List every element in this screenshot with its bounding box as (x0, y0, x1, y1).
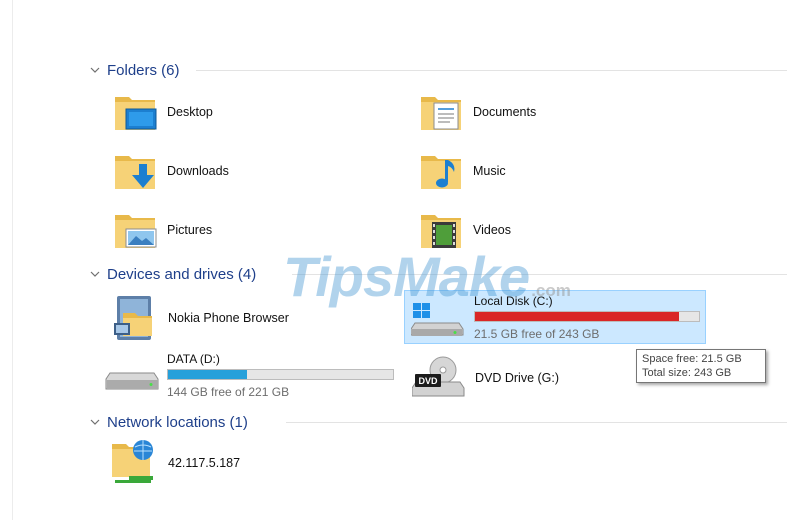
folder-item-pictures[interactable]: Pictures (112, 207, 212, 253)
group-divider-folders (196, 70, 787, 71)
folder-label-documents: Documents (473, 105, 537, 119)
chevron-down-icon (90, 67, 100, 73)
group-header-network[interactable]: Network locations (1) (89, 411, 248, 433)
folder-label-videos: Videos (473, 223, 511, 237)
folder-item-music[interactable]: Music (418, 148, 506, 194)
chevron-down-icon (90, 271, 100, 277)
folder-item-desktop[interactable]: Desktop (112, 89, 213, 135)
downloads-folder-icon (112, 148, 158, 194)
folder-label-music: Music (473, 164, 506, 178)
drive-item-data-d[interactable]: DATA (D:) 144 GB free of 221 GB (103, 349, 403, 403)
tooltip-total-size: Total size: 243 GB (642, 367, 732, 379)
drive-usage-fill-c (475, 312, 679, 321)
dvd-drive-icon: DVD (411, 356, 466, 400)
chevron-down-icon (90, 419, 100, 425)
folder-item-videos[interactable]: Videos (418, 207, 511, 253)
group-header-folders[interactable]: Folders (6) (89, 59, 180, 81)
device-label-nokia-phone: Nokia Phone Browser (168, 311, 289, 325)
group-label-folders: Folders (6) (107, 61, 180, 79)
phone-browser-icon (109, 293, 159, 343)
drive-item-dvd-g[interactable]: DVD DVD Drive (G:) (411, 356, 560, 400)
drive-label-data-d: DATA (D:) (167, 352, 220, 366)
drive-usage-fill-d (168, 370, 247, 379)
network-location-icon (109, 438, 159, 488)
windows-drive-icon (410, 301, 467, 339)
device-item-nokia-phone[interactable]: Nokia Phone Browser (109, 293, 289, 343)
folder-item-documents[interactable]: Documents (418, 89, 536, 135)
group-label-devices: Devices and drives (4) (107, 265, 257, 283)
folder-label-downloads: Downloads (167, 164, 229, 178)
network-label-location: 42.117.5.187 (168, 456, 241, 470)
videos-folder-icon (418, 207, 464, 253)
pictures-folder-icon (112, 207, 158, 253)
group-divider-devices (292, 274, 787, 275)
folder-label-desktop: Desktop (167, 105, 213, 119)
drive-tooltip: Space free: 21.5 GB Total size: 243 GB (636, 349, 766, 383)
network-item-location[interactable]: 42.117.5.187 (109, 438, 240, 488)
desktop-folder-icon (112, 89, 158, 135)
drive-label-local-disk-c: Local Disk (C:) (474, 294, 553, 308)
dvd-logo-text: DVD (418, 376, 438, 386)
group-label-network: Network locations (1) (107, 413, 248, 431)
group-header-devices[interactable]: Devices and drives (4) (89, 263, 256, 285)
drive-free-text-c: 21.5 GB free of 243 GB (474, 327, 600, 341)
drive-free-text-d: 144 GB free of 221 GB (167, 385, 290, 399)
drive-item-local-disk-c[interactable]: Local Disk (C:) 21.5 GB free of 243 GB (404, 290, 706, 344)
documents-folder-icon (418, 89, 464, 135)
tooltip-space-free: Space free: 21.5 GB (642, 353, 742, 365)
music-folder-icon (418, 148, 464, 194)
hard-drive-icon (105, 370, 161, 398)
folder-item-downloads[interactable]: Downloads (112, 148, 229, 194)
drive-label-dvd-g: DVD Drive (G:) (475, 371, 560, 385)
group-divider-network (286, 422, 787, 423)
drive-usage-bar-d (167, 369, 394, 380)
folder-label-pictures: Pictures (167, 223, 213, 237)
window-left-border (12, 0, 13, 520)
drive-usage-bar-c (474, 311, 700, 322)
